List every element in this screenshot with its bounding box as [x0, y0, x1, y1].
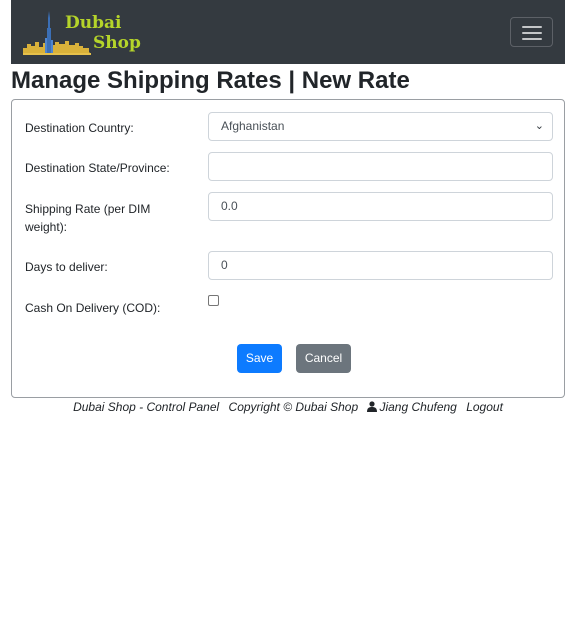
destination-country-value: Afghanistan — [221, 119, 285, 133]
shipping-rate-label-line1: Shipping Rate (per DIM — [25, 202, 151, 216]
destination-state-input[interactable] — [208, 152, 553, 181]
cod-checkbox[interactable] — [208, 295, 219, 306]
top-navbar: Dubai Shop — [11, 0, 565, 64]
days-to-deliver-label: Days to deliver: — [25, 260, 108, 274]
destination-state-label: Destination State/Province: — [25, 161, 170, 175]
shipping-rate-label: Shipping Rate (per DIM weight): — [25, 200, 150, 236]
footer-user-name: Jiang Chufeng — [379, 400, 457, 414]
brand-line-1: Dubai — [65, 13, 122, 33]
navbar-toggler-button[interactable] — [510, 17, 553, 47]
brand-name: Dubai Shop — [65, 13, 141, 53]
hamburger-menu-icon — [522, 38, 542, 40]
page-title: Manage Shipping Rates | New Rate — [11, 67, 410, 94]
cod-label: Cash On Delivery (COD): — [25, 301, 161, 315]
footer-panel-text: Dubai Shop - Control Panel — [73, 400, 220, 414]
brand-line-2: Shop — [93, 33, 141, 53]
new-rate-form: Destination Country: Afghanistan ⌄ Desti… — [11, 99, 565, 398]
shipping-rate-label-line2: weight): — [25, 220, 68, 234]
save-button[interactable]: Save — [237, 344, 282, 373]
user-icon — [367, 401, 378, 412]
cancel-button[interactable]: Cancel — [296, 344, 351, 373]
destination-country-label: Destination Country: — [25, 121, 134, 135]
hamburger-menu-icon — [522, 26, 542, 28]
brand-logo[interactable]: Dubai Shop — [21, 8, 141, 58]
footer-copyright: Copyright © Dubai Shop — [228, 400, 359, 414]
chevron-down-icon: ⌄ — [534, 120, 544, 132]
footer: Dubai Shop - Control Panel Copyright © D… — [0, 399, 576, 415]
destination-country-select[interactable]: Afghanistan ⌄ — [208, 112, 553, 141]
logout-link[interactable]: Logout — [466, 399, 503, 415]
footer-user-link[interactable]: Jiang Chufeng — [367, 399, 457, 415]
hamburger-menu-icon — [522, 32, 542, 34]
days-to-deliver-input[interactable]: 0 — [208, 251, 553, 280]
shipping-rate-input[interactable]: 0.0 — [208, 192, 553, 221]
